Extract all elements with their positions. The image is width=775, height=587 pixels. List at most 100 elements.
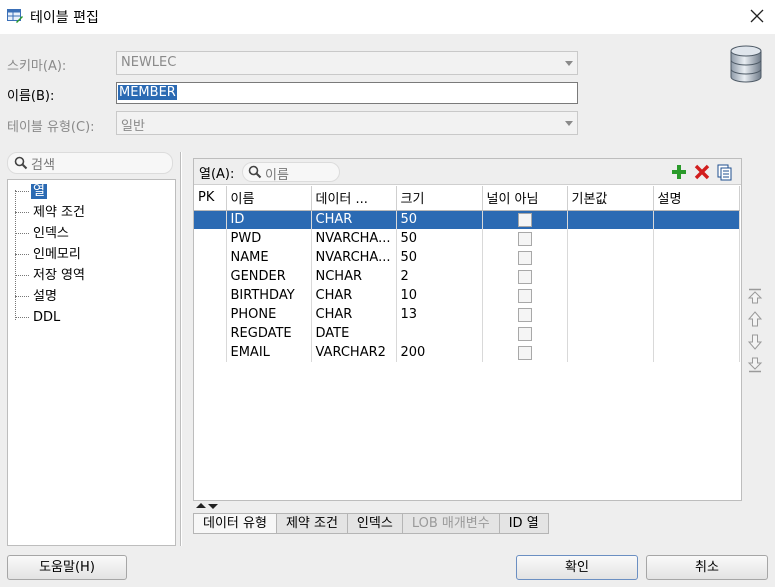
cell-not-null: [482, 343, 568, 362]
cell-size[interactable]: [396, 324, 483, 343]
cell-comment[interactable]: [653, 210, 740, 229]
cell-pk[interactable]: [194, 210, 227, 229]
header-size[interactable]: 크기: [396, 186, 483, 211]
cell-comment[interactable]: [653, 267, 740, 286]
tree-item-inmemory[interactable]: 인메모리: [15, 245, 83, 264]
not-null-checkbox[interactable]: [517, 307, 532, 322]
collapse-toggle-icon[interactable]: [195, 502, 219, 510]
cell-name[interactable]: BIRTHDAY: [226, 286, 312, 305]
cell-type[interactable]: CHAR: [311, 286, 397, 305]
cell-name[interactable]: PHONE: [226, 305, 312, 324]
cell-name[interactable]: GENDER: [226, 267, 312, 286]
cell-name[interactable]: EMAIL: [226, 343, 312, 362]
cell-default[interactable]: [567, 267, 654, 286]
move-down-icon[interactable]: [746, 333, 764, 351]
cell-pk[interactable]: [194, 267, 227, 286]
cell-size[interactable]: 50: [396, 229, 483, 248]
header-pk[interactable]: PK: [194, 186, 227, 211]
table-row[interactable]: ID CHAR 50: [194, 210, 740, 229]
cell-comment[interactable]: [653, 286, 740, 305]
cell-size[interactable]: 200: [396, 343, 483, 362]
name-label: 이름(B):: [7, 89, 55, 104]
cell-comment[interactable]: [653, 305, 740, 324]
not-null-checkbox[interactable]: [517, 288, 532, 303]
not-null-checkbox[interactable]: [517, 250, 532, 265]
cell-default[interactable]: [567, 305, 654, 324]
delete-column-icon[interactable]: [693, 163, 711, 181]
table-row[interactable]: BIRTHDAY CHAR 10: [194, 286, 740, 305]
add-column-icon[interactable]: [670, 163, 688, 181]
not-null-checkbox[interactable]: [517, 231, 532, 246]
not-null-checkbox[interactable]: [517, 345, 532, 360]
not-null-checkbox[interactable]: [517, 212, 532, 227]
cell-pk[interactable]: [194, 324, 227, 343]
ok-button[interactable]: 확인: [516, 555, 638, 580]
move-up-icon[interactable]: [746, 310, 764, 328]
name-input[interactable]: MEMBER: [116, 82, 578, 104]
cell-default[interactable]: [567, 210, 654, 229]
cell-pk[interactable]: [194, 343, 227, 362]
tree-item-indexes[interactable]: 인덱스: [15, 224, 71, 243]
cell-size[interactable]: 50: [396, 210, 483, 229]
splitter[interactable]: [180, 152, 182, 546]
tree-item-storage[interactable]: 저장 영역: [15, 266, 87, 285]
cell-pk[interactable]: [194, 286, 227, 305]
cell-comment[interactable]: [653, 229, 740, 248]
cell-pk[interactable]: [194, 229, 227, 248]
cell-pk[interactable]: [194, 248, 227, 267]
cell-size[interactable]: 50: [396, 248, 483, 267]
table-row[interactable]: GENDER NCHAR 2: [194, 267, 740, 286]
cell-pk[interactable]: [194, 305, 227, 324]
cell-type[interactable]: DATE: [311, 324, 397, 343]
cell-type[interactable]: CHAR: [311, 305, 397, 324]
cell-type[interactable]: NVARCHA...: [311, 248, 397, 267]
header-not-null[interactable]: 널이 아님: [482, 186, 568, 211]
table-row[interactable]: PWD NVARCHA... 50: [194, 229, 740, 248]
header-name[interactable]: 이름: [226, 186, 312, 211]
cell-name[interactable]: ID: [226, 210, 312, 229]
cell-default[interactable]: [567, 286, 654, 305]
cell-name[interactable]: REGDATE: [226, 324, 312, 343]
help-button[interactable]: 도움말(H): [7, 555, 127, 580]
cell-default[interactable]: [567, 229, 654, 248]
column-search-input[interactable]: 이름: [242, 162, 340, 183]
navigator-search[interactable]: 검색: [7, 152, 173, 174]
table-row[interactable]: PHONE CHAR 13: [194, 305, 740, 324]
cell-name[interactable]: NAME: [226, 248, 312, 267]
cell-type[interactable]: NCHAR: [311, 267, 397, 286]
tree-item-comment[interactable]: 설명: [15, 287, 59, 306]
cell-comment[interactable]: [653, 324, 740, 343]
cell-type[interactable]: CHAR: [311, 210, 397, 229]
tree-item-constraints[interactable]: 제약 조건: [15, 203, 87, 222]
header-comment[interactable]: 설명: [653, 186, 740, 211]
cell-default[interactable]: [567, 324, 654, 343]
table-row[interactable]: NAME NVARCHA... 50: [194, 248, 740, 267]
copy-column-icon[interactable]: [716, 163, 734, 181]
cell-type[interactable]: NVARCHA...: [311, 229, 397, 248]
cancel-button[interactable]: 취소: [646, 555, 768, 580]
move-top-icon[interactable]: [746, 287, 764, 305]
cell-size[interactable]: 10: [396, 286, 483, 305]
move-bottom-icon[interactable]: [746, 356, 764, 374]
tab-data-type[interactable]: 데이터 유형: [193, 513, 277, 534]
cell-default[interactable]: [567, 248, 654, 267]
header-data-type[interactable]: 데이터 ...: [311, 186, 397, 211]
tab-constraints[interactable]: 제약 조건: [276, 513, 348, 534]
tab-identity-column[interactable]: ID 열: [499, 513, 549, 534]
table-row[interactable]: EMAIL VARCHAR2 200: [194, 343, 740, 362]
tree-item-columns[interactable]: 열: [15, 182, 47, 201]
not-null-checkbox[interactable]: [517, 326, 532, 341]
cell-type[interactable]: VARCHAR2: [311, 343, 397, 362]
cell-size[interactable]: 13: [396, 305, 483, 324]
not-null-checkbox[interactable]: [517, 269, 532, 284]
cell-comment[interactable]: [653, 343, 740, 362]
cell-size[interactable]: 2: [396, 267, 483, 286]
header-default[interactable]: 기본값: [567, 186, 654, 211]
tab-indexes[interactable]: 인덱스: [347, 513, 403, 534]
cell-comment[interactable]: [653, 248, 740, 267]
close-icon[interactable]: [744, 4, 770, 28]
table-row[interactable]: REGDATE DATE: [194, 324, 740, 343]
tree-item-ddl[interactable]: DDL: [15, 308, 62, 327]
cell-default[interactable]: [567, 343, 654, 362]
cell-name[interactable]: PWD: [226, 229, 312, 248]
